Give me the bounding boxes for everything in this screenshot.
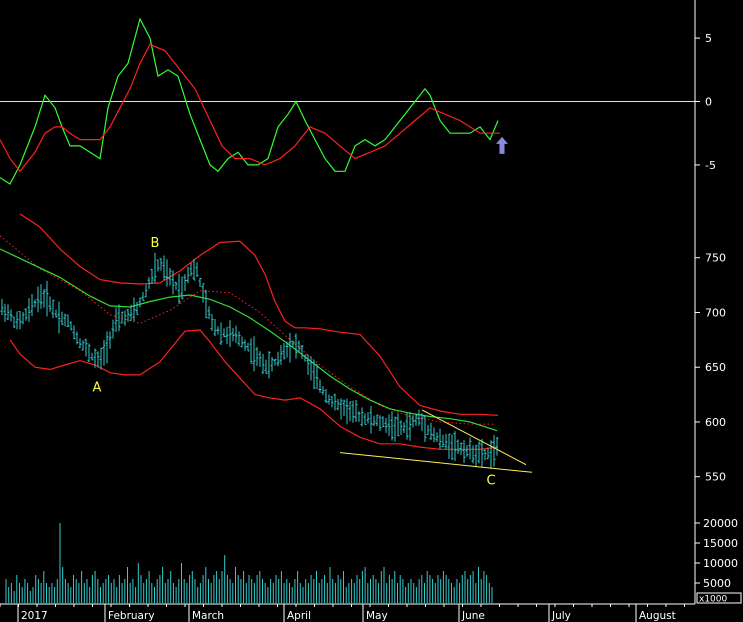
wave-label-c: C [486,473,495,488]
month-label: May [366,610,388,622]
price-tick-label: 750 [705,252,726,265]
volume-tick-label: 15000 [703,537,738,550]
volume-tick-label: 5000 [703,577,731,590]
volume-unit-label: x1000 [699,595,728,605]
volume-tick-label: 20000 [703,517,738,530]
osc-tick-label: -5 [705,159,716,172]
price-tick-label: 700 [705,306,726,319]
wave-label-a: A [93,380,102,395]
chart-canvas: 5 0 -5 A B C 750 700 650 600 550 20000 15000 10000 5… [0,0,743,622]
month-label: July [551,610,571,622]
osc-tick-label: 5 [705,32,712,45]
month-label: June [461,610,485,622]
month-label: March [192,610,224,622]
osc-tick-label: 0 [705,96,712,109]
month-label: April [287,610,311,622]
wave-label-b: B [151,236,160,251]
month-label: 2017 [21,610,48,622]
chart-background [0,0,743,622]
price-tick-label: 650 [705,361,726,374]
month-label: August [639,610,676,622]
month-label: February [108,610,155,622]
price-tick-label: 600 [705,416,726,429]
price-tick-label: 550 [705,471,726,484]
volume-tick-label: 10000 [703,557,738,570]
